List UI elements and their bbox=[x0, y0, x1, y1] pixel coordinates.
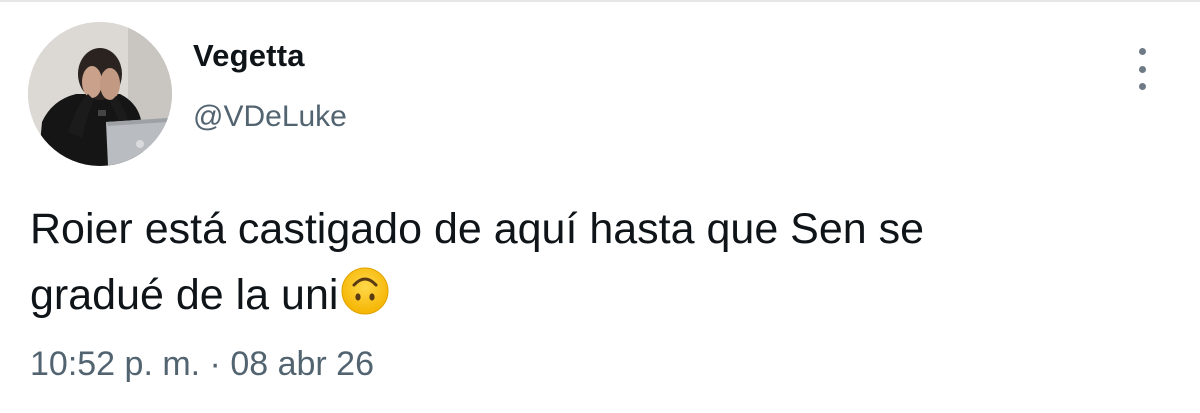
tweet-text-line: Roier está castigado de aquí hasta que S… bbox=[30, 205, 925, 253]
display-name[interactable]: Vegetta bbox=[193, 38, 305, 74]
user-handle[interactable]: @VDeLuke bbox=[193, 100, 347, 134]
tweet-date[interactable]: 08 abr 26 bbox=[230, 345, 374, 383]
avatar-photo bbox=[28, 22, 172, 166]
more-vertical-icon-dot bbox=[1138, 83, 1146, 90]
more-options-button[interactable] bbox=[1124, 48, 1160, 90]
more-vertical-icon-dot bbox=[1138, 65, 1146, 73]
tweet-timestamp[interactable]: 10:52 p. m. · 08 abr 26 bbox=[30, 345, 374, 384]
tweet-text-line: gradué de la uni bbox=[30, 271, 339, 319]
avatar[interactable] bbox=[28, 22, 172, 166]
more-vertical-icon bbox=[1138, 48, 1146, 55]
tweet-text-line-2: gradué de la uni bbox=[30, 262, 1130, 328]
upside-down-face-icon bbox=[341, 267, 389, 315]
tweet-text: Roier está castigado de aquí hasta que S… bbox=[30, 196, 1130, 328]
divider bbox=[0, 0, 1200, 2]
tweet-card: Vegetta @VDeLuke Roier está castigado de… bbox=[0, 0, 1200, 413]
meta-separator: · bbox=[200, 345, 231, 383]
tweet-time[interactable]: 10:52 p. m. bbox=[30, 345, 200, 383]
